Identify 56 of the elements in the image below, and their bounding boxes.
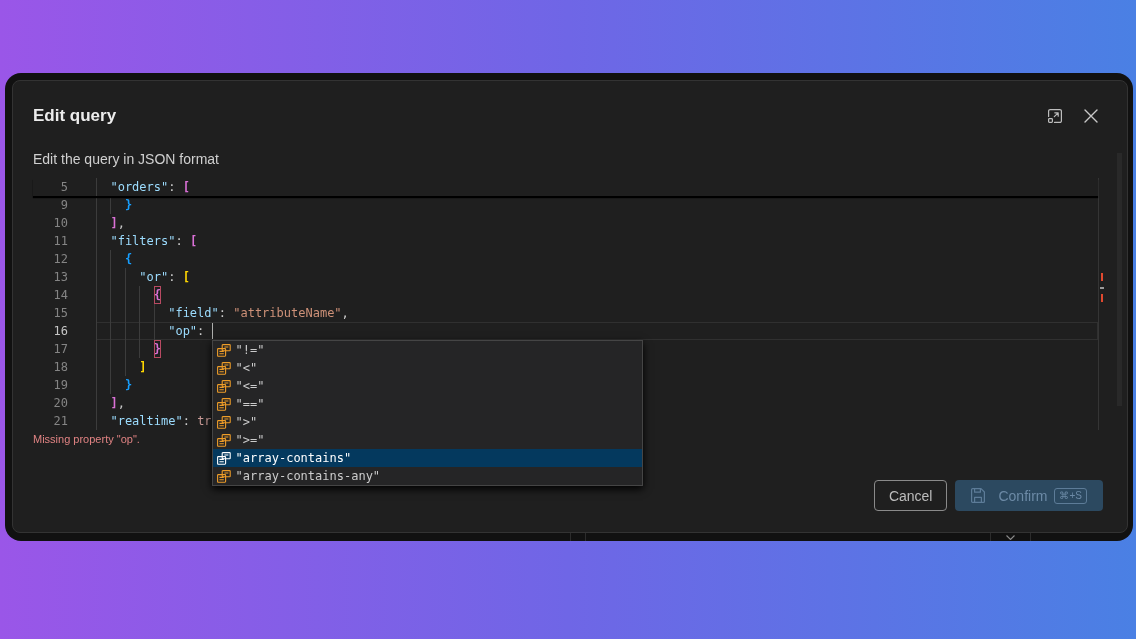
suggestion-item[interactable]: ">" (212, 413, 642, 431)
close-button[interactable] (1084, 109, 1098, 123)
line-number: 5 (59, 179, 68, 196)
line-number: 18 (52, 359, 68, 376)
suggestion-item[interactable]: "<" (212, 359, 642, 377)
line-number: 9 (59, 197, 68, 214)
cursor-mark-icon (1100, 287, 1104, 289)
enum-icon (216, 415, 231, 429)
suggestion-item[interactable]: "<=" (212, 377, 642, 395)
line-number: 11 (52, 233, 68, 250)
code-line: "filters": [ (96, 232, 198, 250)
line-number: 14 (52, 287, 68, 304)
suggestion-item[interactable]: "array-contains" (212, 449, 642, 467)
enum-icon (216, 469, 231, 483)
error-message: Missing property "op". (33, 432, 140, 447)
enum-icon (216, 451, 231, 465)
close-icon (1084, 109, 1098, 123)
line-number: 21 (52, 413, 68, 430)
line-number: 15 (52, 305, 68, 322)
code-line: "op": (96, 322, 1098, 340)
dialog-title: Edit query (33, 105, 117, 127)
expand-icon (1047, 108, 1063, 124)
suggestion-item[interactable]: "!=" (212, 341, 642, 359)
line-number: 19 (52, 377, 68, 394)
line-number: 17 (52, 341, 68, 358)
line-number: 13 (52, 269, 68, 286)
code-line: "field": "attributeName", (96, 304, 349, 322)
line-number: 12 (52, 251, 68, 268)
code-line: ], (96, 214, 125, 232)
code-line: "or": [ (96, 268, 190, 286)
line-number: 16 (52, 323, 68, 340)
suggestion-item[interactable]: "array-contains-any" (212, 467, 642, 485)
code-line: } (96, 376, 133, 394)
dialog-description: Edit the query in JSON format (33, 150, 219, 168)
code-line: { (96, 286, 161, 304)
code-line: } (96, 196, 133, 214)
code-line: } (96, 340, 161, 358)
chevron-icon (1006, 535, 1015, 540)
code-line: { (96, 250, 133, 268)
line-number: 10 (52, 215, 68, 232)
line-number: 20 (52, 395, 68, 412)
code-line: "realtime": tr (96, 412, 212, 430)
enum-icon (216, 397, 231, 411)
enum-icon (216, 433, 231, 447)
shortcut-key: ⌘+S (1054, 487, 1087, 504)
code-line: ], (96, 394, 125, 412)
enum-icon (216, 361, 231, 375)
expand-button[interactable] (1047, 108, 1063, 124)
suggestion-item[interactable]: ">=" (212, 431, 642, 449)
enum-icon (216, 343, 231, 357)
code-line: "orders": [ (96, 178, 190, 196)
code-line: ] (96, 358, 147, 376)
suggestion-item[interactable]: "==" (212, 395, 642, 413)
save-icon (971, 488, 986, 503)
enum-icon (216, 379, 231, 393)
cancel-button[interactable]: Cancel (873, 480, 948, 511)
